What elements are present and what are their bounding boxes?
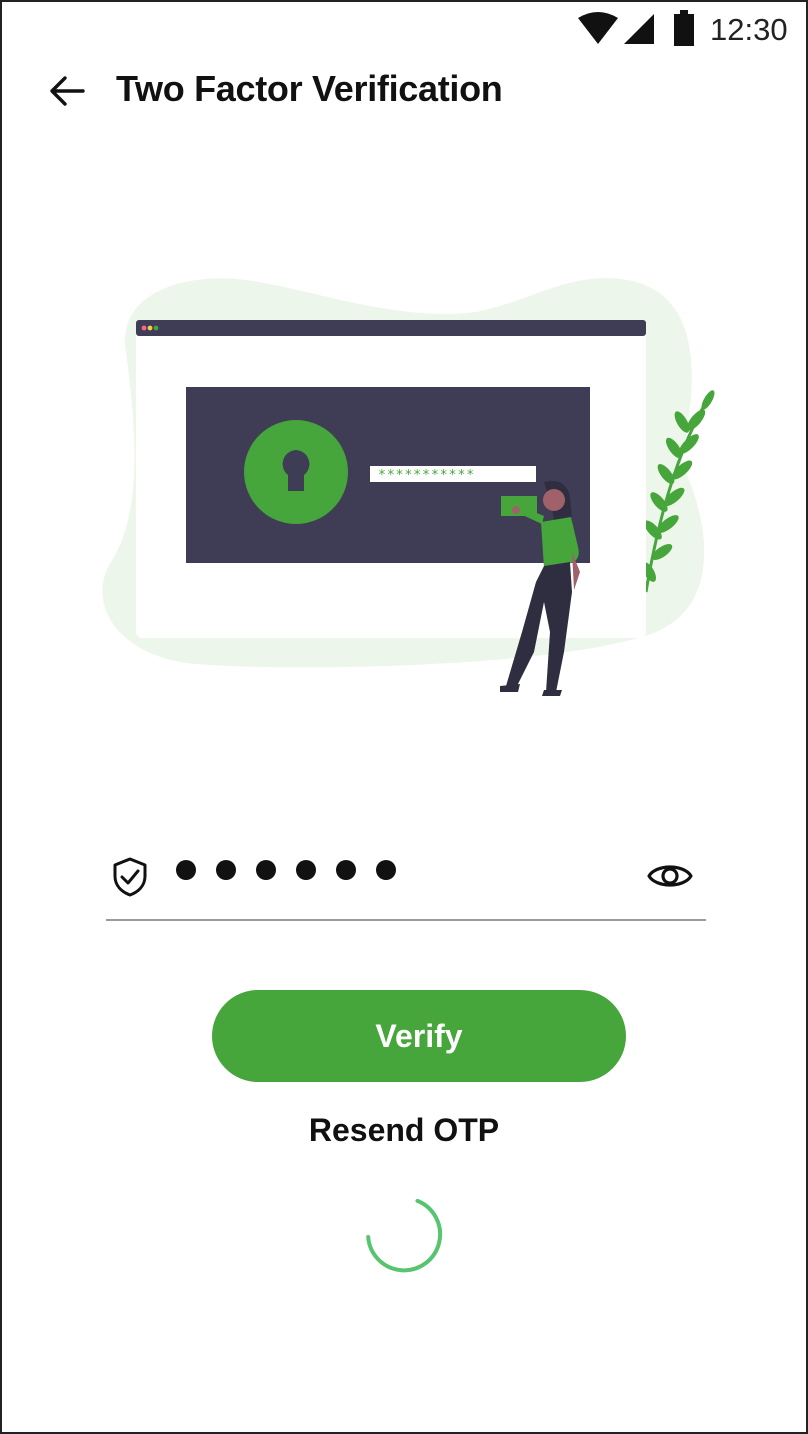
otp-input[interactable] — [166, 850, 630, 904]
password-mask: *********** — [378, 468, 475, 483]
otp-field — [106, 842, 706, 922]
browser-titlebar — [136, 320, 646, 336]
status-time: 12:30 — [710, 12, 788, 47]
page-title: Two Factor Verification — [116, 68, 503, 109]
back-button[interactable] — [40, 68, 94, 114]
arrow-left-icon — [50, 76, 85, 106]
verify-button[interactable]: Verify — [212, 990, 626, 1082]
eye-icon[interactable] — [646, 854, 694, 898]
wifi-icon — [578, 12, 618, 44]
resend-otp-link[interactable]: Resend OTP — [2, 1112, 806, 1149]
shield-check-icon — [113, 857, 147, 897]
security-illustration: *********** — [102, 278, 715, 696]
spinner-icon — [366, 1198, 443, 1273]
phone-screen: 12:30 Two Factor Verification **********… — [0, 0, 808, 1434]
otp-field-underline — [106, 919, 706, 921]
battery-icon — [674, 10, 694, 46]
signal-icon — [624, 14, 654, 44]
app-bar: Two Factor Verification — [2, 58, 806, 124]
status-bar: 12:30 — [2, 2, 806, 58]
